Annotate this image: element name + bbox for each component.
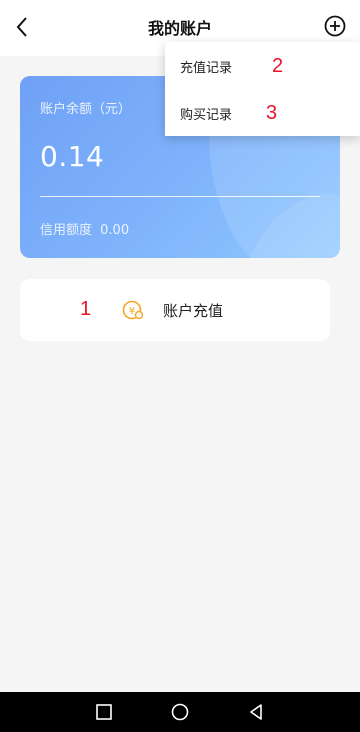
balance-label: 账户余额（元） (40, 102, 132, 117)
popup-menu: 充值记录 购买记录 (165, 42, 360, 136)
annotation-3: 3 (266, 102, 278, 124)
card-divider (40, 196, 320, 197)
annotation-1: 1 (80, 298, 92, 320)
system-nav-bar (0, 692, 360, 732)
home-button[interactable] (170, 702, 190, 722)
menu-item-label: 充值记录 (180, 61, 233, 76)
svg-text:¥: ¥ (129, 306, 135, 317)
recents-button[interactable] (94, 702, 114, 722)
credit-label: 信用额度 (40, 223, 93, 238)
menu-item-purchase-records[interactable]: 购买记录 (165, 89, 360, 136)
credit-value: 0.00 (100, 223, 130, 238)
circle-icon (171, 703, 189, 721)
recharge-label: 账户充值 (163, 302, 224, 320)
back-nav-button[interactable] (246, 702, 266, 722)
page-title: 我的账户 (147, 19, 212, 38)
menu-item-label: 购买记录 (180, 108, 233, 123)
plus-circle-icon (324, 15, 346, 37)
balance-value: 0.14 (40, 140, 105, 173)
annotation-2: 2 (272, 55, 284, 77)
yuan-coin-icon: ¥ (122, 300, 144, 320)
credit-row: 信用额度 0.00 (40, 219, 129, 238)
menu-item-recharge-records[interactable]: 充值记录 (165, 42, 360, 89)
recharge-button[interactable]: ¥ 账户充值 (20, 279, 330, 341)
square-icon (96, 704, 112, 720)
triangle-back-icon (250, 704, 262, 720)
plus-menu-button[interactable] (324, 15, 346, 37)
